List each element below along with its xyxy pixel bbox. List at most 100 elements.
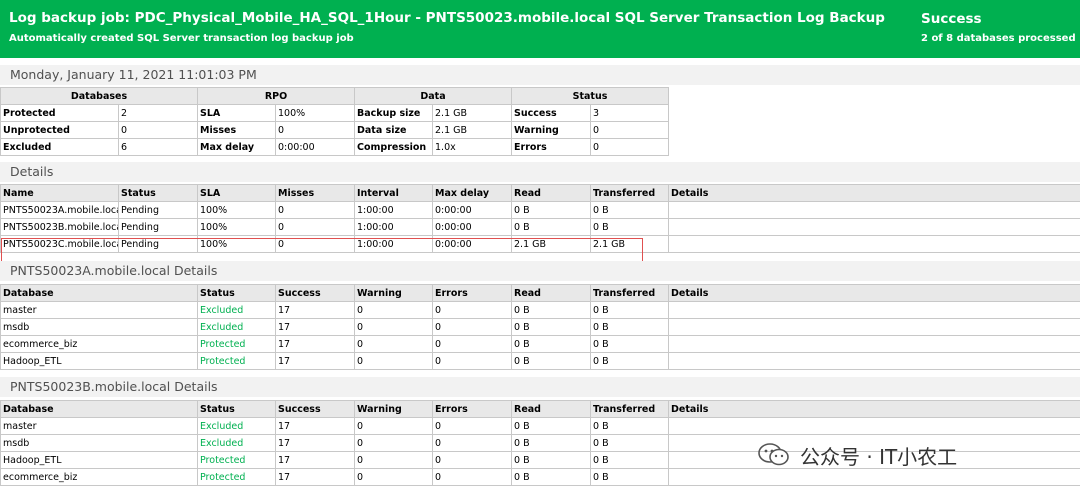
table-cell: 0 B [590, 201, 669, 219]
summary-label: Excluded [0, 138, 119, 156]
column-header: Transferred [590, 284, 669, 302]
table-cell: msdb [0, 318, 198, 336]
column-header: Transferred [590, 400, 669, 418]
table-cell: 1:00:00 [354, 201, 433, 219]
table-cell: 100% [197, 201, 276, 219]
column-header: Warning [354, 284, 433, 302]
column-header: Status [197, 400, 276, 418]
summary-label: Warning [511, 121, 592, 139]
column-header: Success [275, 284, 355, 302]
table-cell: Hadoop_ETL [0, 352, 198, 370]
table-cell: 0 [432, 434, 512, 452]
table-cell: 0 [432, 318, 512, 336]
table-cell: 0 [432, 451, 512, 469]
job-progress: 2 of 8 databases processed [921, 33, 1076, 44]
host-a-table: Database Status Success Warning Errors Read Tr… [0, 284, 1080, 370]
table-cell: 0 [275, 201, 355, 219]
table-cell: 0 B [511, 352, 591, 370]
column-header: Interval [354, 184, 433, 202]
table-cell: 0:00:00 [432, 201, 512, 219]
summary-value: 2.1 GB [432, 121, 513, 139]
table-cell: 0 B [590, 218, 669, 236]
column-header: Details [668, 184, 1080, 202]
table-cell: 0 B [590, 417, 669, 435]
job-status: Success [921, 11, 982, 27]
summary-table: Databases RPO Data Status Protected 2 SLA 100% B… [0, 87, 670, 156]
summary-value: 6 [118, 138, 198, 156]
table-cell: ecommerce_biz [0, 335, 198, 353]
column-header: Details [668, 400, 1080, 418]
table-cell: 17 [275, 468, 355, 486]
summary-label: Success [511, 104, 592, 122]
table-cell: 0 [354, 301, 433, 319]
summary-value: 2.1 GB [432, 104, 513, 122]
summary-label: Data size [354, 121, 434, 139]
summary-value: 100% [274, 104, 356, 122]
status-cell: Pending [118, 218, 198, 236]
table-row: master Excluded 17 0 0 0 B0 B [0, 301, 1080, 319]
column-header: Read [511, 184, 591, 202]
table-cell: PNTS50023B.mobile.local [0, 218, 119, 236]
table-cell: 0 [432, 417, 512, 435]
status-cell: Protected [197, 352, 276, 370]
column-header: Status [118, 184, 198, 202]
table-cell: 0 B [511, 451, 591, 469]
table-cell: 0 [432, 335, 512, 353]
table-cell: 17 [275, 352, 355, 370]
table-cell: 17 [275, 434, 355, 452]
table-header-row: Database Status Success Warning Errors Read Tr… [0, 284, 1080, 302]
summary-label: Protected [0, 104, 119, 122]
table-cell: PNTS50023A.mobile.local [0, 201, 119, 219]
table-row: Unprotected 0 Misses 0 Data size 2.1 GB Warnin… [0, 121, 670, 139]
summary-value: 2 [118, 104, 198, 122]
table-row: PNTS50023A.mobile.local Pending 100% 0 1:00:… [0, 201, 1080, 219]
table-cell: 0 B [590, 301, 669, 319]
table-cell: ecommerce_biz [0, 468, 198, 486]
summary-value: 0:00:00 [274, 138, 356, 156]
table-row: ecommerce_biz Protected 17 0 0 0 B0 B [0, 335, 1080, 353]
report-timestamp: Monday, January 11, 2021 11:01:03 PM [0, 65, 1080, 85]
watermark: 公众号 · IT小农工 [758, 440, 957, 470]
column-header: Database [0, 400, 198, 418]
table-cell [668, 352, 1080, 370]
summary-label: Compression [354, 138, 434, 156]
column-header: Errors [432, 400, 512, 418]
status-cell: Protected [197, 468, 276, 486]
table-cell: 100% [197, 218, 276, 236]
column-header: Misses [275, 184, 355, 202]
highlight-box [1, 238, 643, 263]
table-row: Protected 2 SLA 100% Backup size 2.1 GB Succes… [0, 104, 670, 122]
table-cell: 0 B [511, 335, 591, 353]
status-cell: Excluded [197, 301, 276, 319]
table-cell: 0 [432, 468, 512, 486]
column-header: Name [0, 184, 119, 202]
table-row: Hadoop_ETL Protected 17 0 0 0 B0 B [0, 352, 1080, 370]
column-header: Success [275, 400, 355, 418]
table-cell: 0 B [590, 318, 669, 336]
summary-group-header: Status [511, 87, 670, 105]
table-cell: master [0, 301, 198, 319]
column-header: SLA [197, 184, 276, 202]
status-cell: Protected [197, 451, 276, 469]
summary-group-header: Databases [0, 87, 198, 105]
status-cell: Excluded [197, 318, 276, 336]
summary-label: Unprotected [0, 121, 119, 139]
column-header: Read [511, 400, 591, 418]
table-cell: 0 B [511, 201, 591, 219]
table-row: PNTS50023B.mobile.local Pending 100% 0 1:00:… [0, 218, 1080, 236]
table-cell: 0 [432, 301, 512, 319]
status-cell: Excluded [197, 417, 276, 435]
table-cell: 0 B [511, 301, 591, 319]
table-cell: 17 [275, 417, 355, 435]
column-header: Warning [354, 400, 433, 418]
summary-group-header: Data [354, 87, 513, 105]
table-cell: 0 B [511, 218, 591, 236]
table-cell: msdb [0, 434, 198, 452]
table-cell: Hadoop_ETL [0, 451, 198, 469]
report-header: Log backup job: PDC_Physical_Mobile_HA_S… [0, 0, 1080, 58]
status-cell: Excluded [197, 434, 276, 452]
table-cell: 0:00:00 [432, 218, 512, 236]
table-cell: 0 B [590, 451, 669, 469]
table-header-row: Database Status Success Warning Errors Read Tr… [0, 400, 1080, 418]
column-header: Errors [432, 284, 512, 302]
